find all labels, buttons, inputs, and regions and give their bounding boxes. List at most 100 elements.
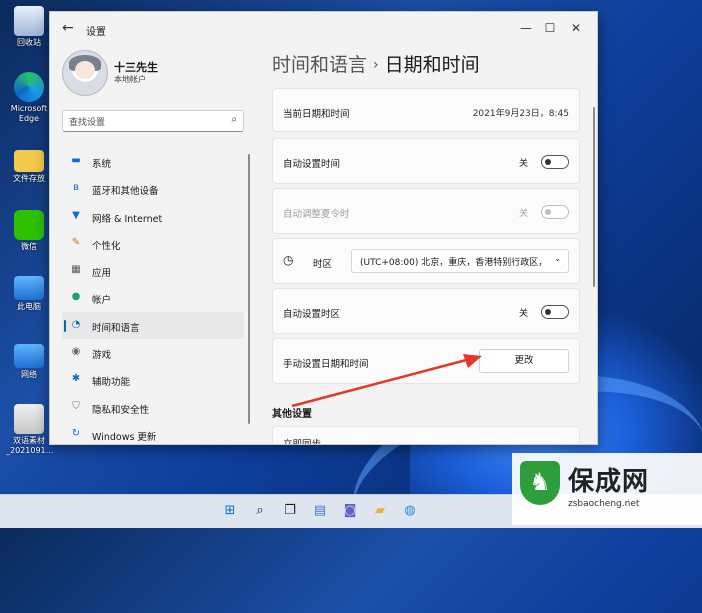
back-arrow-icon[interactable]: ← (62, 20, 74, 36)
sidebar-item-label: Windows 更新 (92, 431, 157, 443)
accessibility-icon: ✱ (71, 373, 81, 385)
avatar-face (75, 61, 95, 79)
search-icon[interactable]: ⌕ (250, 501, 270, 521)
sidebar-item-accounts[interactable]: ● 帐户 (62, 284, 244, 311)
globe-clock-icon: ◷ (283, 253, 294, 267)
page-title: 日期和时间 (384, 54, 480, 76)
toggle-knob (545, 209, 551, 215)
network-monitor-icon (14, 344, 44, 368)
desktop-icon-recycle-bin[interactable]: 回收站 (6, 6, 52, 48)
desktop-icon-image-file[interactable]: 双语素材 _2021091... (6, 404, 54, 456)
title-bar: ← 设置 — ☐ ✕ (50, 12, 597, 46)
current-datetime-card: 当前日期和时间 2021年9月23日，8:45 (272, 88, 580, 132)
settings-window: ← 设置 — ☐ ✕ 十三先生 本地帐户 查找设置 ⌕ ▬ 系统 ʙ 蓝牙和其他… (49, 11, 598, 445)
watermark-url: zsbaocheng.net (568, 499, 640, 509)
folder-icon (14, 150, 44, 172)
desktop-icon-label: 文件存放 (13, 174, 45, 183)
site-watermark: ♞ 保成网 zsbaocheng.net (512, 453, 702, 525)
user-profile[interactable]: 十三先生 本地帐户 (62, 50, 242, 100)
sync-card: 立即同步 (272, 426, 580, 445)
sidebar-item-gaming[interactable]: ◉ 游戏 (62, 339, 244, 366)
widgets-icon[interactable]: ▤ (310, 501, 330, 521)
active-indicator (64, 319, 66, 332)
maximize-button[interactable]: ☐ (538, 18, 562, 38)
manual-datetime-label: 手动设置日期和时间 (283, 359, 369, 370)
auto-dst-card: 自动调整夏令时 关 (272, 188, 580, 234)
desktop-icon-label: 双语素材 _2021091... (6, 436, 54, 455)
search-placeholder: 查找设置 (69, 118, 106, 128)
breadcrumb-chevron-icon: › (373, 57, 379, 73)
minimize-button[interactable]: — (514, 18, 538, 38)
timezone-value: (UTC+08:00) 北京，重庆，香港特别行政区， (360, 258, 548, 268)
sync-label: 立即同步 (283, 439, 322, 445)
sidebar-scrollbar[interactable] (248, 154, 250, 424)
sidebar-item-label: 游戏 (92, 350, 112, 362)
auto-time-label: 自动设置时间 (283, 159, 341, 170)
update-icon: ↻ (71, 427, 81, 439)
toggle-knob (545, 309, 551, 315)
breadcrumb-parent[interactable]: 时间和语言 (272, 54, 367, 76)
sidebar-item-time-language[interactable]: ◔ 时间和语言 (62, 311, 244, 340)
teams-chat-icon[interactable]: ◙ (340, 501, 360, 521)
sidebar-item-windows-update[interactable]: ↻ Windows 更新 (62, 421, 244, 444)
sidebar-item-privacy[interactable]: ⛉ 隐私和安全性 (62, 394, 244, 421)
shield-icon: ⛉ (72, 400, 80, 412)
desktop-icon-edge[interactable]: Microsoft Edge (6, 72, 52, 124)
desktop-icon-label: 微信 (21, 242, 37, 251)
desktop-icon-folder[interactable]: 文件存放 (6, 144, 52, 184)
shield-logo-icon: ♞ (520, 461, 560, 505)
breadcrumb: 时间和语言 › 日期和时间 (272, 50, 480, 77)
windows-start-icon[interactable]: ⊞ (220, 501, 240, 521)
sidebar-item-label: 蓝牙和其他设备 (92, 186, 159, 198)
sidebar-nav: ▬ 系统 ʙ 蓝牙和其他设备 ▼ 网络 & Internet ✎ 个性化 ▦ 应… (62, 148, 244, 444)
task-view-icon[interactable]: ❐ (280, 501, 300, 521)
desktop-icon-label: 回收站 (17, 38, 41, 47)
sidebar-item-apps[interactable]: ▦ 应用 (62, 257, 244, 284)
avatar (62, 50, 108, 96)
close-button[interactable]: ✕ (564, 18, 588, 38)
auto-timezone-toggle-group: 关 (519, 305, 569, 319)
sidebar-item-label: 应用 (92, 268, 112, 280)
content-scrollbar[interactable] (593, 107, 595, 287)
auto-time-card: 自动设置时间 关 (272, 138, 580, 184)
file-explorer-icon[interactable]: ▰ (370, 501, 390, 521)
sidebar-item-label: 个性化 (92, 240, 121, 252)
current-datetime-label: 当前日期和时间 (283, 109, 350, 120)
bluetooth-icon: ʙ (73, 182, 79, 194)
sidebar-item-label: 网络 & Internet (92, 213, 163, 225)
auto-timezone-toggle[interactable] (541, 305, 569, 319)
search-input[interactable]: 查找设置 ⌕ (62, 110, 244, 132)
image-file-icon (14, 404, 44, 434)
desktop-icon-label: 网络 (21, 370, 37, 379)
toggle-state-label: 关 (519, 309, 529, 319)
current-datetime-value: 2021年9月23日，8:45 (472, 109, 569, 119)
sidebar-item-network[interactable]: ▼ 网络 & Internet (62, 203, 244, 230)
timezone-label: 时区 (313, 259, 333, 270)
timezone-card: ◷ 时区 (UTC+08:00) 北京，重庆，香港特别行政区， ⌄ (272, 238, 580, 284)
toggle-state-label: 关 (519, 209, 529, 219)
auto-dst-label: 自动调整夏令时 (283, 209, 350, 220)
auto-time-toggle-group: 关 (519, 155, 569, 169)
gamepad-icon: ◉ (71, 346, 81, 358)
search-icon: ⌕ (231, 114, 237, 125)
sidebar-item-bluetooth[interactable]: ʙ 蓝牙和其他设备 (62, 175, 244, 202)
auto-time-toggle[interactable] (541, 155, 569, 169)
profile-account-type: 本地帐户 (114, 75, 146, 84)
sidebar-item-accessibility[interactable]: ✱ 辅助功能 (62, 366, 244, 393)
desktop-icon-wechat[interactable]: 微信 (6, 210, 52, 252)
sidebar-item-label: 时间和语言 (92, 322, 140, 334)
desktop-icon-label: Microsoft Edge (10, 104, 48, 123)
auto-timezone-label: 自动设置时区 (283, 309, 341, 320)
auto-dst-toggle (541, 205, 569, 219)
edge-icon[interactable]: ◍ (400, 501, 420, 521)
sidebar-item-personalization[interactable]: ✎ 个性化 (62, 230, 244, 257)
sidebar-item-system[interactable]: ▬ 系统 (62, 148, 244, 175)
recycle-bin-icon (14, 6, 44, 36)
timezone-dropdown[interactable]: (UTC+08:00) 北京，重庆，香港特别行政区， ⌄ (351, 249, 569, 273)
desktop-icon-this-pc[interactable]: 此电脑 (6, 276, 52, 312)
change-button[interactable]: 更改 (479, 349, 569, 373)
monitor-icon (14, 276, 44, 300)
sidebar-item-label: 帐户 (92, 295, 112, 307)
desktop-icon-network[interactable]: 网络 (6, 344, 52, 380)
sidebar-item-label: 辅助功能 (92, 377, 131, 389)
